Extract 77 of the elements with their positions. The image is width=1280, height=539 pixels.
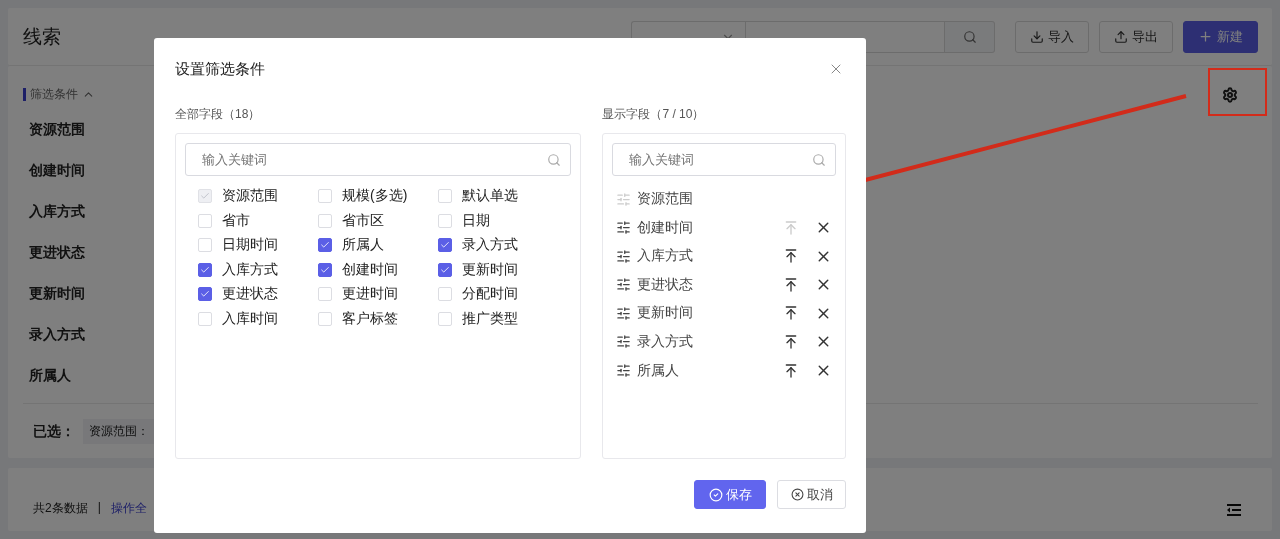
shown-field-label: 资源范围 xyxy=(637,190,695,208)
field-checkbox[interactable]: 所属人 xyxy=(318,235,438,255)
move-to-top-icon[interactable] xyxy=(783,276,799,293)
drag-handle-icon[interactable] xyxy=(616,191,632,207)
field-checkbox[interactable]: 省市 xyxy=(198,210,318,231)
drag-handle-icon[interactable] xyxy=(616,248,632,264)
check-icon xyxy=(200,289,210,299)
field-checkbox[interactable]: 入库时间 xyxy=(198,308,318,329)
move-to-top-icon[interactable] xyxy=(783,305,799,322)
field-checkbox[interactable]: 更进状态 xyxy=(198,284,318,304)
filter-label: 创建时间 xyxy=(29,162,85,180)
check-icon xyxy=(200,191,210,201)
save-button[interactable]: 保存 xyxy=(694,480,766,509)
shown-field-label: 入库方式 xyxy=(637,247,695,266)
field-checkbox[interactable]: 默认单选 xyxy=(438,186,558,206)
all-fields-label: 全部字段（18） xyxy=(175,106,262,123)
shown-field-label: 更进状态 xyxy=(637,275,695,294)
page-title: 线索 xyxy=(23,24,62,49)
field-checkbox[interactable]: 规模(多选) xyxy=(318,186,438,206)
settings-icon xyxy=(1222,86,1238,103)
filter-label: 入库方式 xyxy=(29,203,85,221)
dialog-title: 设置筛选条件 xyxy=(175,59,265,79)
shown-field-label: 创建时间 xyxy=(637,218,695,237)
search-icon xyxy=(812,153,826,167)
x-circle-icon xyxy=(790,488,804,501)
field-checkbox[interactable]: 分配时间 xyxy=(438,284,558,304)
drag-handle-icon[interactable] xyxy=(616,277,632,293)
field-checkbox[interactable]: 日期时间 xyxy=(198,235,318,255)
cancel-button[interactable]: 取消 xyxy=(777,480,846,509)
operate-all-link[interactable]: 操作全 xyxy=(110,500,147,517)
filter-label: 所属人 xyxy=(29,367,71,385)
field-checkbox[interactable]: 客户标签 xyxy=(318,308,438,329)
import-button[interactable]: 导入 xyxy=(1015,20,1089,53)
check-icon xyxy=(440,264,450,275)
settings-button[interactable] xyxy=(1222,86,1238,103)
search-icon xyxy=(547,153,562,167)
shown-field-label: 更新时间 xyxy=(637,304,695,323)
plus-icon xyxy=(1198,29,1213,44)
field-checkbox[interactable]: 创建时间 xyxy=(318,259,438,280)
field-checkbox[interactable]: 推广类型 xyxy=(438,308,558,329)
drag-handle-icon[interactable] xyxy=(616,363,632,379)
check-circle-icon xyxy=(708,487,723,502)
move-to-top-icon[interactable] xyxy=(783,362,799,379)
separator: | xyxy=(97,500,101,516)
move-to-top-icon[interactable] xyxy=(783,333,799,350)
keyword-field[interactable]: 输入关键词 xyxy=(185,143,572,176)
record-count: 共2条数据 xyxy=(33,500,88,517)
field-checkbox[interactable]: 入库方式 xyxy=(198,259,318,280)
field-checkbox[interactable]: 更进时间 xyxy=(318,284,438,304)
drag-handle-icon[interactable] xyxy=(616,220,632,236)
filter-label: 资源范围 xyxy=(29,121,85,139)
check-icon xyxy=(200,264,210,275)
drag-handle-icon[interactable] xyxy=(616,334,632,350)
highlight-frame xyxy=(1208,68,1267,116)
filter-label: 录入方式 xyxy=(29,326,85,344)
upload-icon xyxy=(1114,29,1128,44)
list-indent-icon[interactable] xyxy=(1226,503,1242,517)
search-icon xyxy=(962,29,977,44)
field-checkbox[interactable]: 更新时间 xyxy=(438,259,558,280)
drag-handle-icon[interactable] xyxy=(616,305,632,321)
field-checkbox[interactable]: 省市区 xyxy=(318,210,438,231)
check-icon xyxy=(320,240,330,250)
field-checkbox[interactable]: 日期 xyxy=(438,210,558,231)
export-button[interactable]: 导出 xyxy=(1099,20,1173,53)
filter-label: 更进状态 xyxy=(29,244,85,262)
keyword-field[interactable]: 输入关键词 xyxy=(612,143,836,176)
check-icon xyxy=(320,264,330,275)
filter-label: 更新时间 xyxy=(29,285,85,303)
shown-field-label: 所属人 xyxy=(637,361,681,380)
field-checkbox[interactable]: 录入方式 xyxy=(438,235,558,255)
filter-tag: 资源范围： xyxy=(83,419,155,444)
move-to-top-icon[interactable] xyxy=(783,248,799,265)
download-icon xyxy=(1030,29,1044,44)
shown-fields-label: 显示字段（7 / 10） xyxy=(602,106,706,123)
check-icon xyxy=(440,240,450,250)
selected-label: 已选： xyxy=(33,422,75,441)
shown-field-label: 录入方式 xyxy=(637,332,695,351)
